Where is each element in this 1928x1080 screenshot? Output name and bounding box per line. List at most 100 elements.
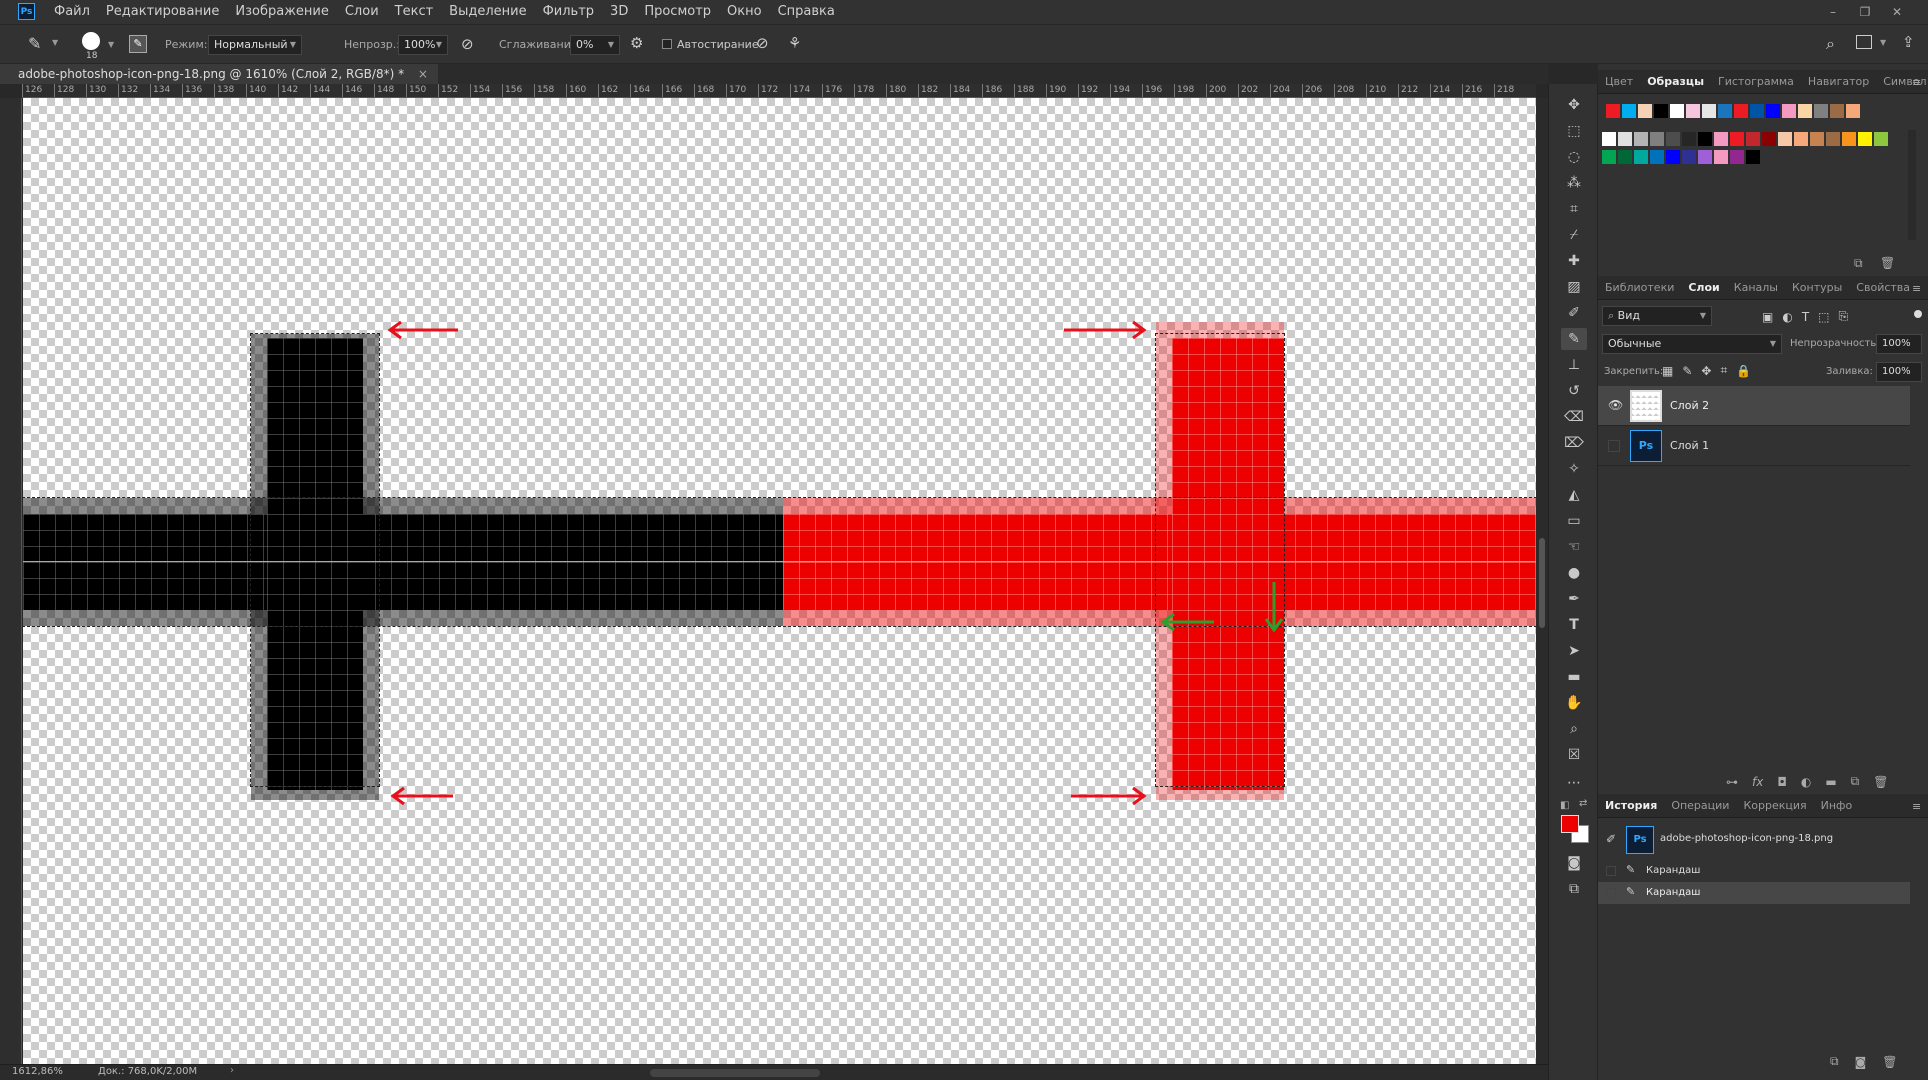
history-brush-source-icon[interactable]: ✐ [1606, 832, 1616, 846]
color-swatch[interactable] [1638, 104, 1652, 118]
history-item[interactable]: ✎ Карандаш [1598, 860, 1910, 882]
color-swatch[interactable] [1846, 104, 1860, 118]
horizontal-ruler[interactable]: 126 128 130 132 134 136 138 140 142 144 146 148 150 1… [22, 84, 1536, 98]
color-swatch[interactable] [1782, 104, 1796, 118]
layer-filter-select[interactable]: ⌕ Вид ▼ [1602, 306, 1712, 326]
color-swatch[interactable] [1830, 104, 1844, 118]
panel-tab-2[interactable]: Коррекция [1736, 794, 1813, 818]
dodge-tool-icon[interactable]: ● [1561, 562, 1587, 584]
more-tools-icon[interactable]: ⋯ [1561, 772, 1587, 794]
history-brush-icon[interactable]: ↺ [1561, 380, 1587, 402]
color-swatch[interactable] [1874, 132, 1888, 146]
fill-input[interactable]: 100% [1876, 362, 1922, 382]
panel-tab-4[interactable]: Свойства [1849, 276, 1917, 300]
color-swatch[interactable] [1634, 150, 1648, 164]
photoshop-logo-icon[interactable]: Ps [18, 3, 35, 20]
lock-image-icon[interactable]: ✎ [1682, 364, 1692, 378]
minimize-icon[interactable]: – [1823, 2, 1843, 22]
color-swatch[interactable] [1810, 132, 1824, 146]
color-swatch[interactable] [1682, 150, 1696, 164]
color-swatch[interactable] [1686, 104, 1700, 118]
panel-tab-0[interactable]: Цвет [1598, 70, 1640, 94]
screen-mode-icon[interactable]: ⧉ [1561, 878, 1587, 900]
new-document-from-state-icon[interactable]: ⧉ [1830, 1054, 1839, 1069]
magic-eraser-icon[interactable]: ✧ [1561, 458, 1587, 480]
color-swatch[interactable] [1750, 104, 1764, 118]
menu-7[interactable]: 3D [602, 0, 636, 24]
color-swatch[interactable] [1618, 150, 1632, 164]
brush-tool-icon[interactable]: ✐ [1561, 302, 1587, 324]
layer-row-2[interactable]: 👁 Слой 2 [1598, 386, 1910, 426]
paint-bucket-icon[interactable]: ◭ [1561, 484, 1587, 506]
pen-tool-icon[interactable]: ✒ [1561, 588, 1587, 610]
shape-filter-icon[interactable]: ⬚ [1818, 310, 1829, 324]
stamp-tool-icon[interactable]: ⊥ [1561, 354, 1587, 376]
vertical-scrollbar[interactable] [1536, 98, 1548, 1064]
color-swatch[interactable] [1746, 150, 1760, 164]
panel-tab-0[interactable]: История [1598, 794, 1664, 818]
patch-tool-icon[interactable]: ▨ [1561, 276, 1587, 298]
vertical-ruler[interactable] [0, 98, 22, 1064]
panel-menu-icon[interactable]: ≡ [1912, 800, 1921, 813]
delete-layer-icon[interactable]: 🗑 [1873, 775, 1888, 789]
lock-artboard-icon[interactable]: ⌗ [1720, 363, 1727, 378]
color-swatch[interactable] [1766, 104, 1780, 118]
brush-panel-icon[interactable]: ✎ [129, 35, 147, 53]
panel-tab-0[interactable]: Библиотеки [1598, 276, 1681, 300]
quick-mask-icon[interactable]: ◙ [1561, 852, 1587, 874]
color-swatch[interactable] [1666, 132, 1680, 146]
color-swatch[interactable] [1778, 132, 1792, 146]
workspace-icon[interactable] [1856, 35, 1872, 49]
history-item-active[interactable]: ✎ Карандаш [1598, 882, 1910, 904]
eye-icon[interactable]: 👁 [1608, 398, 1623, 412]
horizontal-scroll-thumb[interactable] [650, 1069, 820, 1077]
panel-tab-2[interactable]: Гистограмма [1711, 70, 1801, 94]
type-filter-icon[interactable]: T [1802, 310, 1809, 324]
color-swatch[interactable] [1602, 132, 1616, 146]
swatches-scrollbar[interactable] [1908, 130, 1916, 240]
color-swatch[interactable] [1730, 132, 1744, 146]
color-swatch[interactable] [1682, 132, 1696, 146]
color-swatch[interactable] [1730, 150, 1744, 164]
panel-menu-icon[interactable]: ≡ [1912, 282, 1921, 295]
menu-6[interactable]: Фильтр [535, 0, 602, 24]
mode-select[interactable]: Нормальный ▼ [208, 35, 302, 55]
menu-3[interactable]: Слои [337, 0, 387, 24]
brush-preset-icon[interactable] [82, 32, 100, 50]
gradient-tool-icon[interactable]: ▭ [1561, 510, 1587, 532]
path-selection-icon[interactable]: ➤ [1561, 640, 1587, 662]
new-layer-icon[interactable]: ⧉ [1851, 774, 1860, 789]
panel-tab-1[interactable]: Слои [1681, 276, 1726, 300]
new-group-icon[interactable]: ▬ [1825, 775, 1836, 789]
frame-tool-icon[interactable]: ☒ [1561, 744, 1587, 766]
menu-4[interactable]: Текст [387, 0, 442, 24]
close-window-icon[interactable]: ✕ [1887, 2, 1907, 22]
color-swatch[interactable] [1714, 132, 1728, 146]
panel-tab-2[interactable]: Каналы [1727, 276, 1785, 300]
foreground-color-swatch[interactable] [1561, 815, 1579, 833]
adjustment-filter-icon[interactable]: ◐ [1782, 310, 1792, 324]
zoom-level[interactable]: 1612,86% [12, 1066, 63, 1077]
layer-name[interactable]: Слой 1 [1670, 439, 1709, 452]
menu-1[interactable]: Редактирование [98, 0, 227, 24]
eyedropper-icon[interactable]: ⌿ [1561, 224, 1587, 246]
layer-row-1[interactable]: Ps Слой 1 [1598, 426, 1910, 466]
color-swatch[interactable] [1622, 104, 1636, 118]
color-swatch[interactable] [1842, 132, 1856, 146]
panel-tab-3[interactable]: Контуры [1785, 276, 1849, 300]
eraser-tool-icon[interactable]: ⌫ [1561, 406, 1587, 428]
default-colors-icon[interactable]: ◧ [1560, 800, 1569, 811]
link-layers-icon[interactable]: ⊶ [1726, 775, 1738, 789]
menu-9[interactable]: Окно [719, 0, 770, 24]
delete-state-icon[interactable]: 🗑 [1882, 1055, 1897, 1069]
color-swatch[interactable] [1698, 132, 1712, 146]
color-swatch[interactable] [1762, 132, 1776, 146]
color-swatch[interactable] [1602, 150, 1616, 164]
color-swatch[interactable] [1666, 150, 1680, 164]
filter-toggle-icon[interactable] [1914, 310, 1922, 318]
chevron-down-icon[interactable]: ▼ [108, 40, 114, 49]
color-swatch[interactable] [1734, 104, 1748, 118]
color-swatch[interactable] [1858, 132, 1872, 146]
snapshot-camera-icon[interactable]: ◙ [1855, 1055, 1867, 1069]
pressure-size-icon[interactable]: ⊘ [756, 34, 776, 54]
